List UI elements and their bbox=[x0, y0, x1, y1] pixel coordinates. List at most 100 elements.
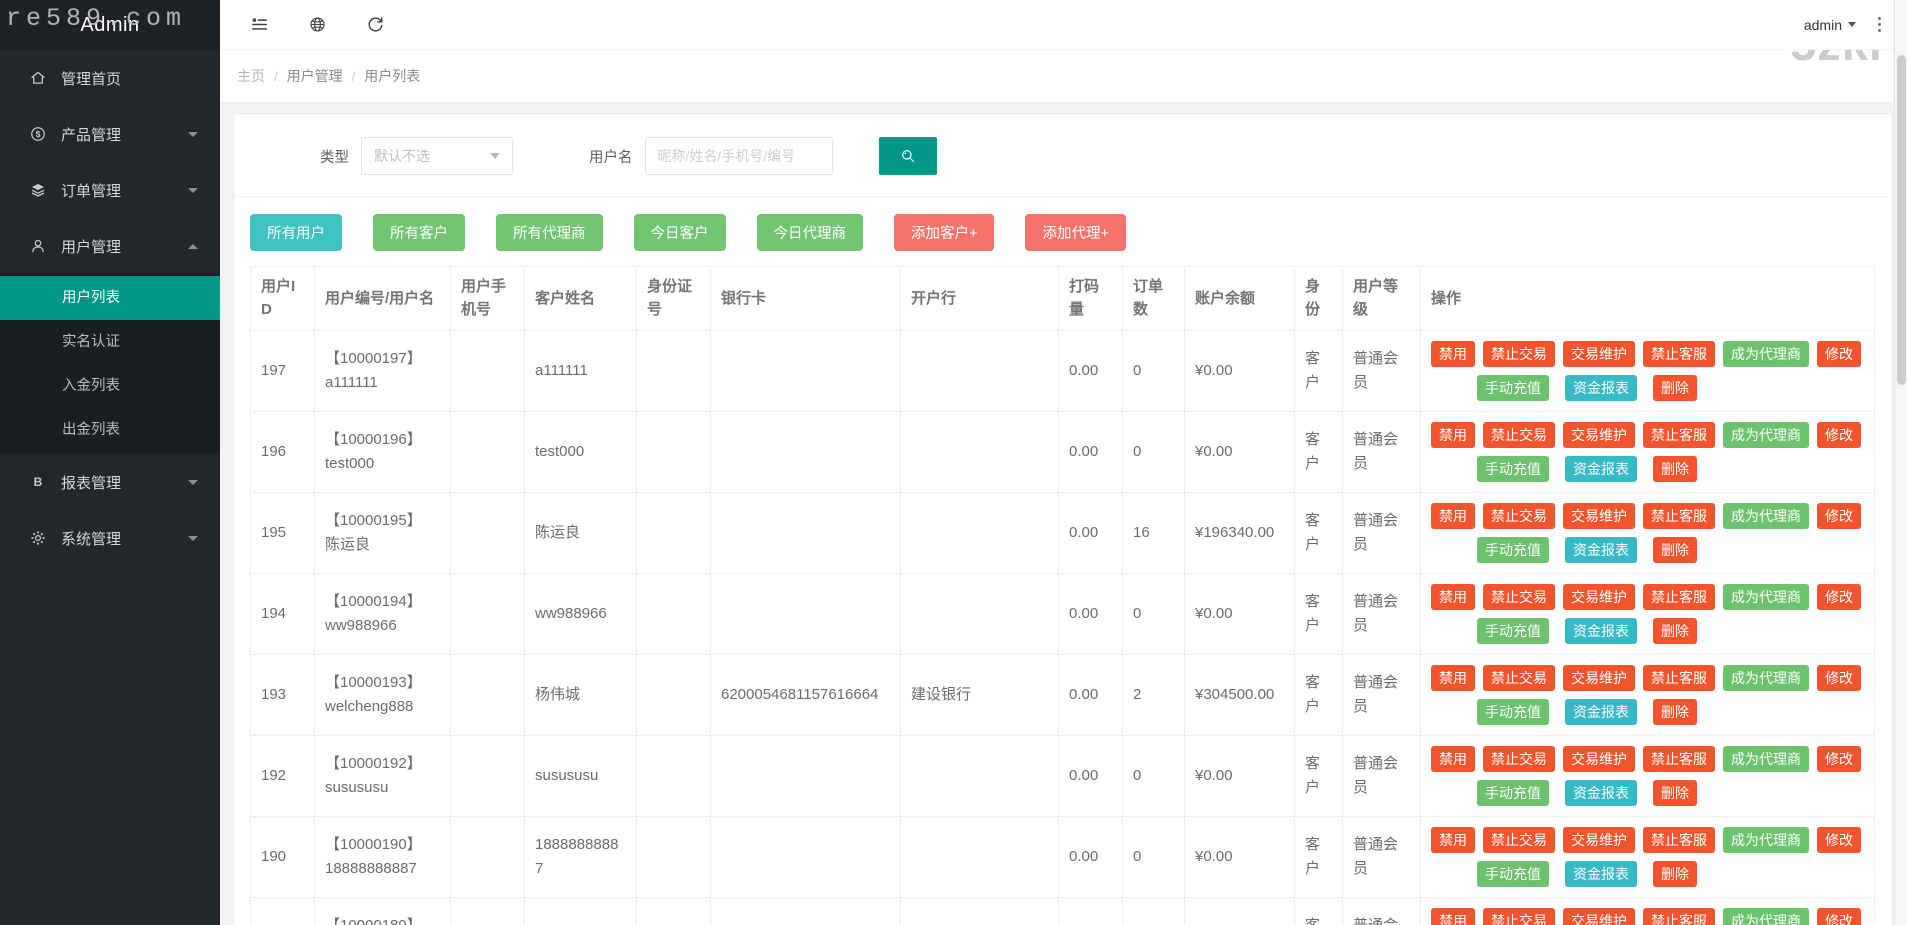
action-make-agent-button[interactable]: 成为代理商 bbox=[1723, 421, 1809, 448]
action-trade-maintenance-button[interactable]: 交易维护 bbox=[1563, 583, 1635, 610]
action-manual-recharge-button[interactable]: 手动充值 bbox=[1477, 698, 1549, 725]
action-make-agent-button[interactable]: 成为代理商 bbox=[1723, 826, 1809, 853]
action-manual-recharge-button[interactable]: 手动充值 bbox=[1477, 536, 1549, 563]
action-make-agent-button[interactable]: 成为代理商 bbox=[1723, 502, 1809, 529]
action-disable-button[interactable]: 禁用 bbox=[1431, 583, 1475, 610]
action-forbid-trade-button[interactable]: 禁止交易 bbox=[1483, 340, 1555, 367]
refresh-icon[interactable] bbox=[366, 15, 386, 35]
account-username: susususu bbox=[325, 778, 389, 796]
action-trade-maintenance-button[interactable]: 交易维护 bbox=[1563, 745, 1635, 772]
action-disable-button[interactable]: 禁用 bbox=[1431, 421, 1475, 448]
action-forbid-service-button[interactable]: 禁止客服 bbox=[1643, 421, 1715, 448]
action-forbid-service-button[interactable]: 禁止客服 bbox=[1643, 664, 1715, 691]
action-trade-maintenance-button[interactable]: 交易维护 bbox=[1563, 907, 1635, 925]
action-make-agent-button[interactable]: 成为代理商 bbox=[1723, 664, 1809, 691]
action-delete-button[interactable]: 删除 bbox=[1653, 698, 1697, 725]
action-fund-report-button[interactable]: 资金报表 bbox=[1565, 698, 1637, 725]
user-menu[interactable]: admin bbox=[1804, 17, 1856, 33]
sidebar-subitem-withdraw-list[interactable]: 出金列表 bbox=[0, 408, 220, 452]
action-edit-button[interactable]: 修改 bbox=[1817, 907, 1861, 925]
action-forbid-trade-button[interactable]: 禁止交易 bbox=[1483, 421, 1555, 448]
sidebar-subitem-user-list[interactable]: 用户列表 bbox=[0, 276, 220, 320]
action-disable-button[interactable]: 禁用 bbox=[1431, 745, 1475, 772]
sidebar-item-users[interactable]: 用户管理 bbox=[0, 218, 220, 274]
action-make-agent-button[interactable]: 成为代理商 bbox=[1723, 583, 1809, 610]
action-forbid-trade-button[interactable]: 禁止交易 bbox=[1483, 664, 1555, 691]
action-disable-button[interactable]: 禁用 bbox=[1431, 664, 1475, 691]
more-options-icon[interactable] bbox=[1878, 16, 1881, 34]
action-manual-recharge-button[interactable]: 手动充值 bbox=[1477, 374, 1549, 401]
action-forbid-service-button[interactable]: 禁止客服 bbox=[1643, 745, 1715, 772]
action-disable-button[interactable]: 禁用 bbox=[1431, 826, 1475, 853]
action-fund-report-button[interactable]: 资金报表 bbox=[1565, 617, 1637, 644]
action-manual-recharge-button[interactable]: 手动充值 bbox=[1477, 779, 1549, 806]
action-manual-recharge-button[interactable]: 手动充值 bbox=[1477, 860, 1549, 887]
add-agent-button[interactable]: 添加代理+ bbox=[1025, 214, 1126, 251]
action-forbid-trade-button[interactable]: 禁止交易 bbox=[1483, 502, 1555, 529]
sidebar-item-system[interactable]: 系统管理 bbox=[0, 510, 220, 566]
action-trade-maintenance-button[interactable]: 交易维护 bbox=[1563, 340, 1635, 367]
collapse-menu-icon[interactable] bbox=[250, 15, 270, 35]
all-customers-button[interactable]: 所有客户 bbox=[373, 214, 465, 251]
action-disable-button[interactable]: 禁用 bbox=[1431, 907, 1475, 925]
action-forbid-service-button[interactable]: 禁止客服 bbox=[1643, 340, 1715, 367]
action-trade-maintenance-button[interactable]: 交易维护 bbox=[1563, 664, 1635, 691]
action-delete-button[interactable]: 删除 bbox=[1653, 455, 1697, 482]
action-fund-report-button[interactable]: 资金报表 bbox=[1565, 860, 1637, 887]
action-fund-report-button[interactable]: 资金报表 bbox=[1565, 536, 1637, 563]
search-button[interactable] bbox=[878, 137, 937, 175]
all-agents-button[interactable]: 所有代理商 bbox=[496, 214, 603, 251]
action-forbid-service-button[interactable]: 禁止客服 bbox=[1643, 583, 1715, 610]
action-trade-maintenance-button[interactable]: 交易维护 bbox=[1563, 502, 1635, 529]
username-input[interactable] bbox=[644, 137, 833, 175]
type-select-value: 默认不选 bbox=[374, 148, 430, 164]
action-forbid-service-button[interactable]: 禁止客服 bbox=[1643, 907, 1715, 925]
action-forbid-service-button[interactable]: 禁止客服 bbox=[1643, 826, 1715, 853]
action-disable-button[interactable]: 禁用 bbox=[1431, 340, 1475, 367]
action-forbid-trade-button[interactable]: 禁止交易 bbox=[1483, 826, 1555, 853]
action-trade-maintenance-button[interactable]: 交易维护 bbox=[1563, 421, 1635, 448]
today-customers-button[interactable]: 今日客户 bbox=[633, 214, 726, 251]
action-delete-button[interactable]: 删除 bbox=[1653, 374, 1697, 401]
action-delete-button[interactable]: 删除 bbox=[1653, 779, 1697, 806]
sidebar-item-dashboard[interactable]: 管理首页 bbox=[0, 50, 220, 106]
user-list-card: 类型 默认不选 用户名 昵称/姓名/手机号/编号 所有用户 所有客户 所有代理商… bbox=[235, 115, 1891, 925]
action-fund-report-button[interactable]: 资金报表 bbox=[1565, 779, 1637, 806]
action-edit-button[interactable]: 修改 bbox=[1817, 664, 1861, 691]
action-trade-maintenance-button[interactable]: 交易维护 bbox=[1563, 826, 1635, 853]
action-make-agent-button[interactable]: 成为代理商 bbox=[1723, 340, 1809, 367]
action-forbid-service-button[interactable]: 禁止客服 bbox=[1643, 502, 1715, 529]
sidebar-item-reports[interactable]: B 报表管理 bbox=[0, 454, 220, 510]
action-manual-recharge-button[interactable]: 手动充值 bbox=[1477, 617, 1549, 644]
action-edit-button[interactable]: 修改 bbox=[1817, 583, 1861, 610]
scrollbar-thumb[interactable] bbox=[1897, 55, 1906, 385]
today-agents-button[interactable]: 今日代理商 bbox=[756, 214, 863, 251]
sidebar-item-orders[interactable]: 订单管理 bbox=[0, 162, 220, 218]
breadcrumb-user-management[interactable]: 用户管理 bbox=[287, 66, 343, 86]
action-delete-button[interactable]: 删除 bbox=[1653, 860, 1697, 887]
add-customer-button[interactable]: 添加客户+ bbox=[894, 214, 995, 251]
action-edit-button[interactable]: 修改 bbox=[1817, 745, 1861, 772]
all-users-button[interactable]: 所有用户 bbox=[250, 214, 342, 251]
type-select[interactable]: 默认不选 bbox=[361, 137, 513, 175]
action-edit-button[interactable]: 修改 bbox=[1817, 826, 1861, 853]
globe-icon[interactable] bbox=[308, 15, 328, 35]
action-fund-report-button[interactable]: 资金报表 bbox=[1565, 455, 1637, 482]
action-manual-recharge-button[interactable]: 手动充值 bbox=[1477, 455, 1549, 482]
action-make-agent-button[interactable]: 成为代理商 bbox=[1723, 745, 1809, 772]
action-edit-button[interactable]: 修改 bbox=[1817, 421, 1861, 448]
action-edit-button[interactable]: 修改 bbox=[1817, 502, 1861, 529]
action-forbid-trade-button[interactable]: 禁止交易 bbox=[1483, 907, 1555, 925]
sidebar-subitem-deposit-list[interactable]: 入金列表 bbox=[0, 364, 220, 408]
action-forbid-trade-button[interactable]: 禁止交易 bbox=[1483, 745, 1555, 772]
breadcrumb-home[interactable]: 主页 bbox=[237, 66, 265, 86]
action-forbid-trade-button[interactable]: 禁止交易 bbox=[1483, 583, 1555, 610]
action-edit-button[interactable]: 修改 bbox=[1817, 340, 1861, 367]
action-disable-button[interactable]: 禁用 bbox=[1431, 502, 1475, 529]
sidebar-item-products[interactable]: $ 产品管理 bbox=[0, 106, 220, 162]
action-delete-button[interactable]: 删除 bbox=[1653, 617, 1697, 644]
action-fund-report-button[interactable]: 资金报表 bbox=[1565, 374, 1637, 401]
sidebar-subitem-realname-auth[interactable]: 实名认证 bbox=[0, 320, 220, 364]
action-make-agent-button[interactable]: 成为代理商 bbox=[1723, 907, 1809, 925]
action-delete-button[interactable]: 删除 bbox=[1653, 536, 1697, 563]
